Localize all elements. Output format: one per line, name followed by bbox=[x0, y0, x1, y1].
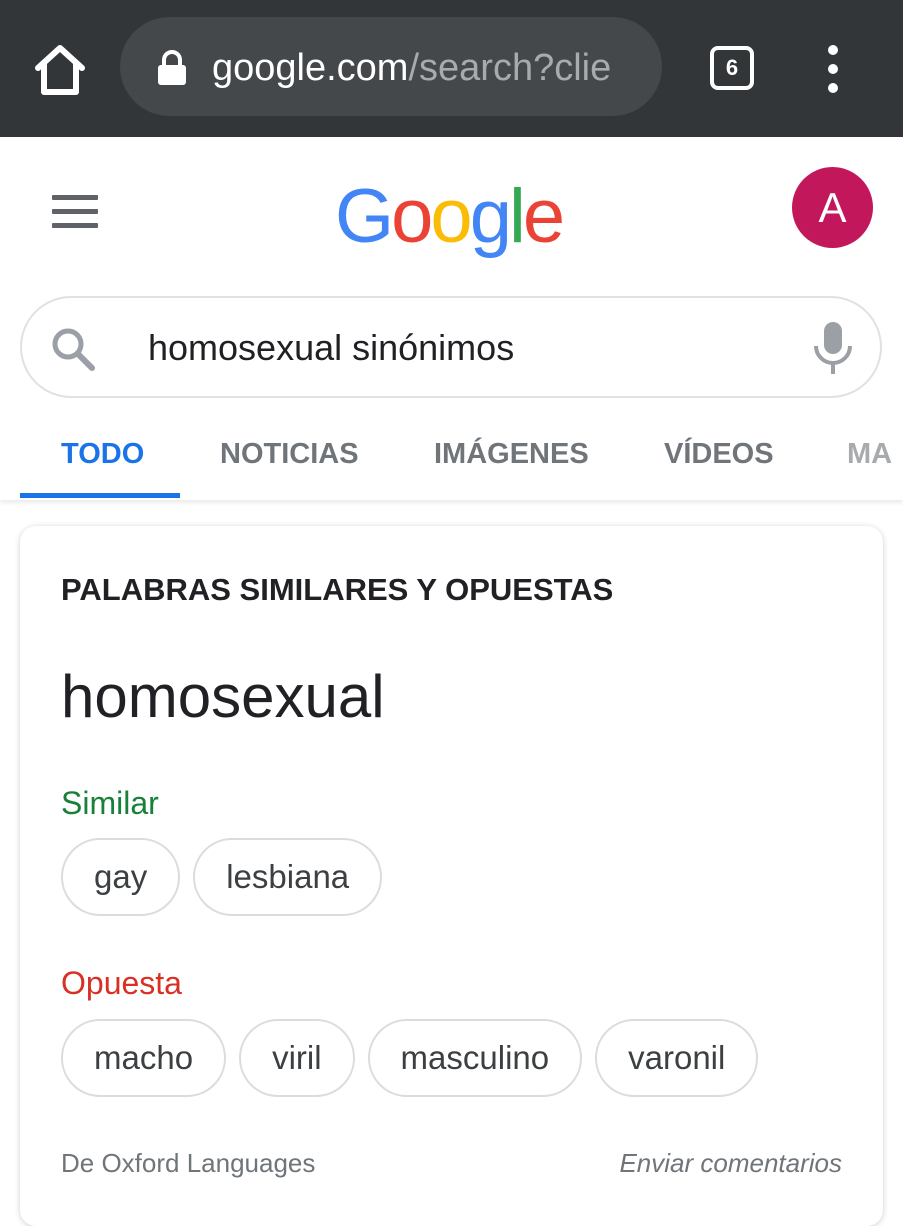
url-path: /search?clie bbox=[408, 47, 612, 89]
active-tab-indicator bbox=[20, 493, 180, 498]
tab-more[interactable]: MA bbox=[847, 434, 892, 474]
url-host: google.com bbox=[212, 47, 409, 89]
logo-letter: e bbox=[522, 174, 565, 259]
tab-todo[interactable]: TODO bbox=[61, 434, 144, 474]
microphone-icon[interactable] bbox=[812, 320, 854, 376]
home-icon[interactable] bbox=[30, 40, 90, 100]
similar-chip[interactable]: gay bbox=[61, 838, 181, 916]
opposite-label: Opuesta bbox=[61, 965, 182, 1001]
lock-icon bbox=[156, 50, 188, 86]
logo-letter: G bbox=[335, 174, 394, 259]
opposite-chip[interactable]: macho bbox=[61, 1019, 227, 1097]
similar-chip[interactable]: lesbiana bbox=[193, 838, 383, 916]
tab-switcher-button[interactable]: 6 bbox=[710, 46, 754, 90]
hamburger-menu-icon[interactable] bbox=[52, 195, 100, 229]
url-bar[interactable]: google.com/search?clie bbox=[120, 17, 662, 116]
search-tabs: TODO NOTICIAS IMÁGENES VÍDEOS MA bbox=[0, 410, 903, 500]
google-header: Google A bbox=[0, 137, 903, 287]
tab-imagenes[interactable]: IMÁGENES bbox=[434, 434, 589, 474]
logo-letter: o bbox=[430, 174, 472, 259]
search-icon[interactable] bbox=[50, 326, 96, 372]
more-options-icon[interactable] bbox=[818, 44, 848, 94]
opposite-chips: macho viril masculino varonil bbox=[61, 1019, 759, 1097]
browser-toolbar: google.com/search?clie 6 bbox=[0, 0, 903, 137]
search-box[interactable]: homosexual sinónimos bbox=[20, 296, 882, 398]
avatar[interactable]: A bbox=[792, 167, 873, 248]
dictionary-card: PALABRAS SIMILARES Y OPUESTAS homosexual… bbox=[20, 526, 883, 1226]
similar-label: Similar bbox=[61, 785, 159, 821]
similar-chips: gay lesbiana bbox=[61, 838, 383, 916]
search-input[interactable]: homosexual sinónimos bbox=[148, 322, 788, 374]
google-logo[interactable]: Google bbox=[335, 175, 565, 259]
headword: homosexual bbox=[61, 663, 385, 730]
logo-letter: o bbox=[391, 174, 433, 259]
opposite-chip[interactable]: viril bbox=[239, 1019, 355, 1097]
card-title: PALABRAS SIMILARES Y OPUESTAS bbox=[61, 572, 614, 607]
feedback-link[interactable]: Enviar comentarios bbox=[619, 1148, 842, 1179]
url-text: google.com/search?clie bbox=[212, 43, 642, 93]
logo-letter: l bbox=[508, 174, 526, 259]
source-attribution: De Oxford Languages bbox=[61, 1148, 316, 1178]
tab-noticias[interactable]: NOTICIAS bbox=[220, 434, 359, 474]
tab-videos[interactable]: VÍDEOS bbox=[664, 434, 774, 474]
logo-letter: g bbox=[469, 174, 512, 259]
opposite-chip[interactable]: varonil bbox=[595, 1019, 759, 1097]
opposite-chip[interactable]: masculino bbox=[367, 1019, 583, 1097]
